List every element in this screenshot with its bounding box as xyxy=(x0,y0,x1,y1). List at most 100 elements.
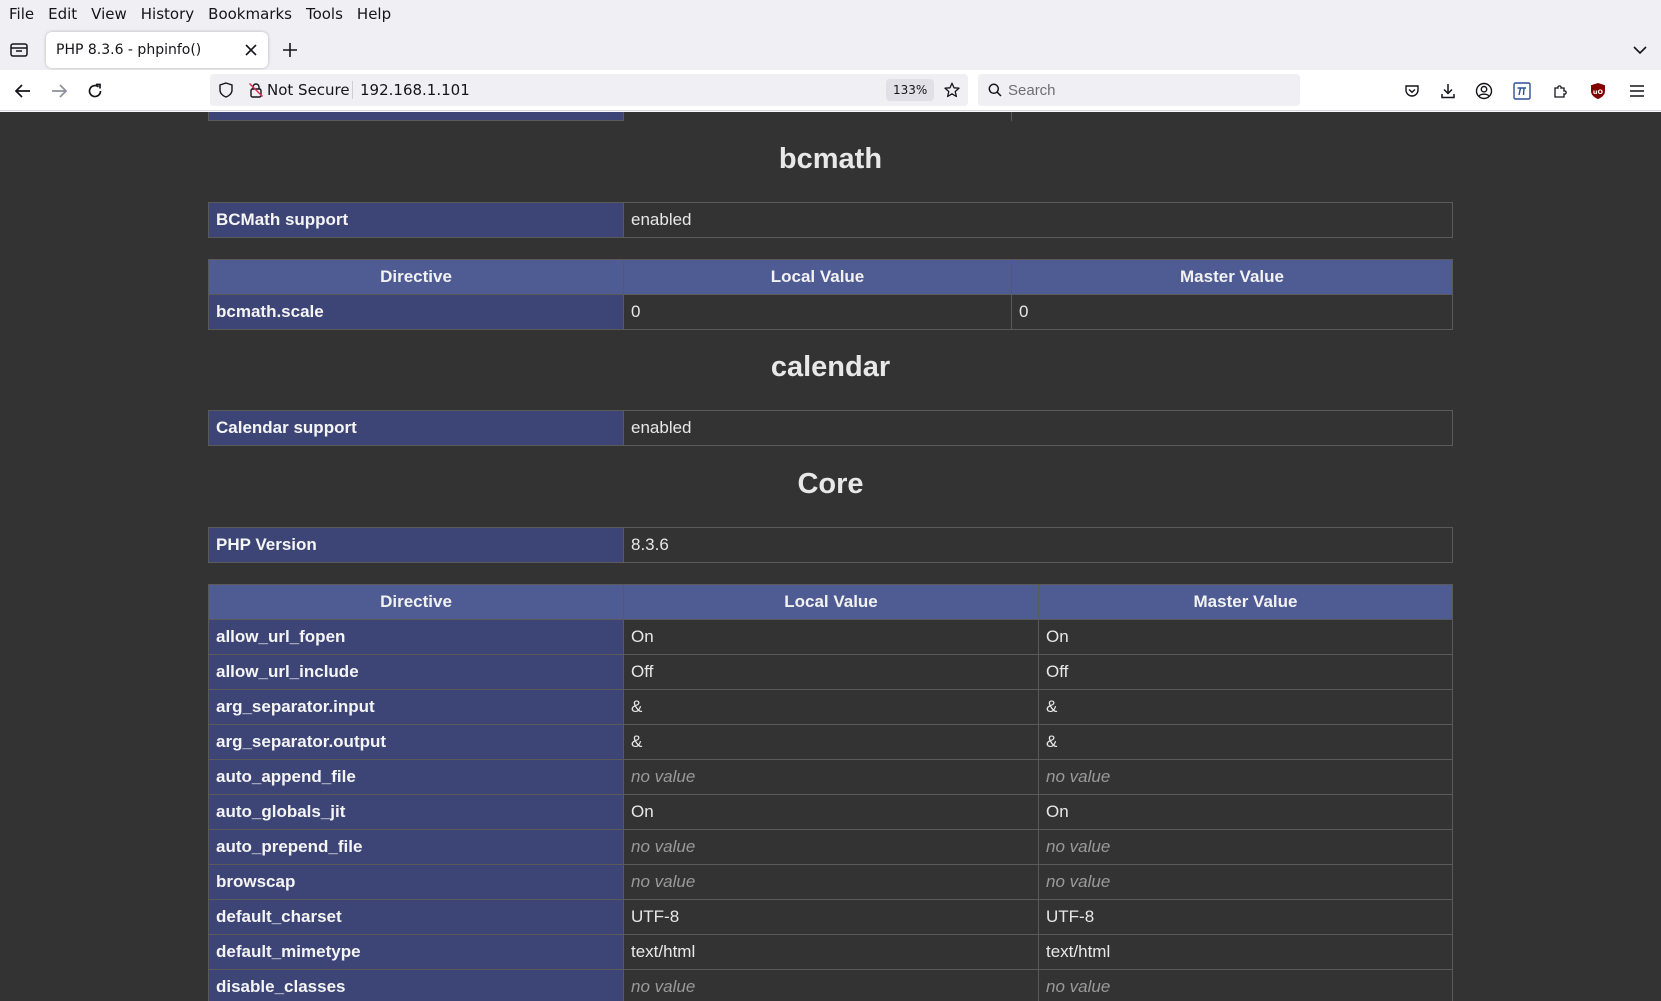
menu-bookmarks[interactable]: Bookmarks xyxy=(201,0,299,28)
menu-tools[interactable]: Tools xyxy=(299,0,350,28)
table-row: auto_append_file no value no value xyxy=(208,759,1453,795)
menu-history[interactable]: History xyxy=(134,0,201,28)
directive-name: arg_separator.input xyxy=(208,689,624,725)
directive-name: bcmath.scale xyxy=(208,294,624,330)
directive-name: allow_url_include xyxy=(208,654,624,690)
calendar-support-label: Calendar support xyxy=(208,410,624,446)
table-row: PHP Version 8.3.6 xyxy=(208,527,1453,563)
table-row: auto_prepend_file no value no value xyxy=(208,829,1453,865)
table-row: browscap no value no value xyxy=(208,864,1453,900)
search-icon xyxy=(986,81,1004,99)
menu-bar: File Edit View History Bookmarks Tools H… xyxy=(0,0,1661,28)
bcmath-support-value: enabled xyxy=(623,202,1453,238)
header-local-value: Local Value xyxy=(623,584,1039,620)
directive-name: arg_separator.output xyxy=(208,724,624,760)
reload-icon[interactable] xyxy=(82,78,108,104)
navigation-toolbar: Not Secure 192.168.1.101 133% uO xyxy=(0,70,1661,111)
calendar-support-table: Calendar support enabled xyxy=(208,410,1453,446)
menu-view[interactable]: View xyxy=(84,0,134,28)
php-version-value: 8.3.6 xyxy=(623,527,1453,563)
local-value: & xyxy=(623,724,1039,760)
address-bar[interactable]: Not Secure 192.168.1.101 133% xyxy=(210,74,968,106)
master-value: text/html xyxy=(1038,934,1453,970)
bcmath-support-label: BCMath support xyxy=(208,202,624,238)
chevron-down-icon[interactable] xyxy=(1628,38,1652,62)
master-value: no value xyxy=(1038,759,1453,795)
php-version-label: PHP Version xyxy=(208,527,624,563)
table-row: arg_separator.output & & xyxy=(208,724,1453,760)
directive-name: default_mimetype xyxy=(208,934,624,970)
svg-text:uO: uO xyxy=(1593,88,1604,96)
table-header-row: Directive Local Value Master Value xyxy=(208,259,1453,295)
menu-file[interactable]: File xyxy=(2,0,41,28)
table-row: allow_url_fopen On On xyxy=(208,619,1453,655)
local-value: text/html xyxy=(623,934,1039,970)
forward-arrow-icon[interactable] xyxy=(46,78,72,104)
table-row: bcmath.scale 0 0 xyxy=(208,294,1453,330)
url-text[interactable]: 192.168.1.101 xyxy=(360,74,470,106)
not-secure-label[interactable]: Not Secure xyxy=(267,74,350,106)
search-bar[interactable] xyxy=(978,74,1300,106)
calendar-support-value: enabled xyxy=(623,410,1453,446)
master-value: On xyxy=(1038,794,1453,830)
firefox-view-icon[interactable] xyxy=(8,39,30,61)
tracking-protection-shield-icon[interactable] xyxy=(216,80,236,100)
core-directive-table: Directive Local Value Master Value allow… xyxy=(208,584,1453,1001)
directive-name: disable_classes xyxy=(208,969,624,1001)
local-value: no value xyxy=(623,759,1039,795)
local-value: 0 xyxy=(623,294,1012,330)
pocket-icon[interactable] xyxy=(1399,78,1425,104)
local-value: UTF-8 xyxy=(623,899,1039,935)
core-version-table: PHP Version 8.3.6 xyxy=(208,527,1453,563)
local-value: no value xyxy=(623,829,1039,865)
hamburger-menu-icon[interactable] xyxy=(1624,78,1650,104)
local-value: & xyxy=(623,689,1039,725)
urlbar-divider xyxy=(352,81,353,99)
local-value: On xyxy=(623,794,1039,830)
menu-help[interactable]: Help xyxy=(350,0,398,28)
back-arrow-icon[interactable] xyxy=(10,78,36,104)
directive-name: auto_prepend_file xyxy=(208,829,624,865)
header-master-value: Master Value xyxy=(1038,584,1453,620)
master-value: no value xyxy=(1038,969,1453,1001)
tab-phpinfo[interactable]: PHP 8.3.6 - phpinfo() xyxy=(46,32,268,68)
section-heading-bcmath: bcmath xyxy=(778,143,883,175)
account-icon[interactable] xyxy=(1471,78,1497,104)
close-icon[interactable] xyxy=(240,39,262,61)
tab-title: PHP 8.3.6 - phpinfo() xyxy=(56,42,202,58)
table-row: disable_classes no value no value xyxy=(208,969,1453,1001)
table-row: default_mimetype text/html text/html xyxy=(208,934,1453,970)
directive-name: auto_append_file xyxy=(208,759,624,795)
bcmath-support-table: BCMath support enabled xyxy=(208,202,1453,238)
local-value: no value xyxy=(623,864,1039,900)
master-value: Off xyxy=(1038,654,1453,690)
search-input[interactable] xyxy=(1008,74,1288,106)
directive-name: browscap xyxy=(208,864,624,900)
page-content: bcmath BCMath support enabled Directive … xyxy=(0,112,1661,1001)
table-header-row: Directive Local Value Master Value xyxy=(208,584,1453,620)
master-value: no value xyxy=(1038,829,1453,865)
insecure-lock-icon[interactable] xyxy=(246,80,266,100)
table-row: default_charset UTF-8 UTF-8 xyxy=(208,899,1453,935)
extension-badge-icon[interactable] xyxy=(1509,78,1535,104)
header-local-value: Local Value xyxy=(623,259,1012,295)
extensions-puzzle-icon[interactable] xyxy=(1547,78,1573,104)
local-value: On xyxy=(623,619,1039,655)
menu-edit[interactable]: Edit xyxy=(41,0,84,28)
zoom-indicator[interactable]: 133% xyxy=(886,79,935,101)
master-value: On xyxy=(1038,619,1453,655)
new-tab-plus-icon[interactable] xyxy=(278,38,302,62)
directive-name: auto_globals_jit xyxy=(208,794,624,830)
ublock-origin-icon[interactable]: uO xyxy=(1585,78,1611,104)
table-row: Calendar support enabled xyxy=(208,410,1453,446)
master-value: & xyxy=(1038,724,1453,760)
master-value: no value xyxy=(1038,864,1453,900)
table-row: allow_url_include Off Off xyxy=(208,654,1453,690)
tab-bar: PHP 8.3.6 - phpinfo() xyxy=(0,28,1661,70)
downloads-icon[interactable] xyxy=(1435,78,1461,104)
bcmath-directive-table: Directive Local Value Master Value bcmat… xyxy=(208,259,1453,330)
previous-table-bottom xyxy=(208,112,1454,121)
bookmark-star-icon[interactable] xyxy=(942,80,962,100)
directive-name: allow_url_fopen xyxy=(208,619,624,655)
directive-name: default_charset xyxy=(208,899,624,935)
